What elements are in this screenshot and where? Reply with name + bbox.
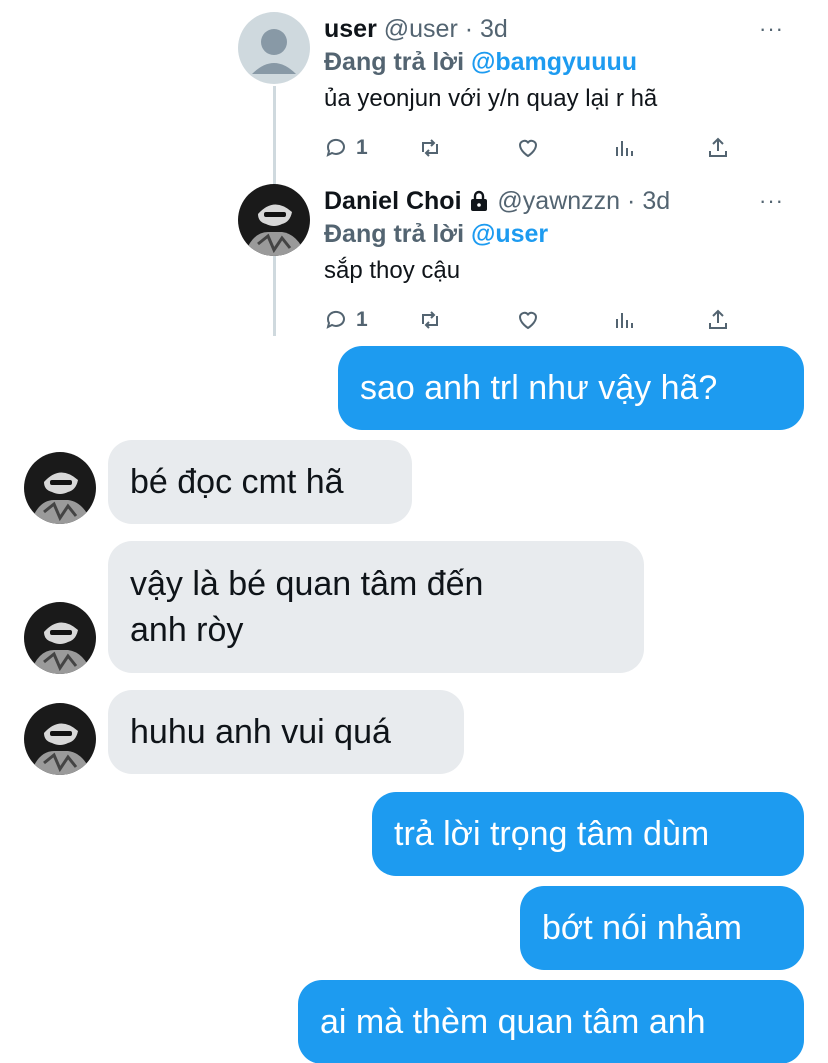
display-name[interactable]: user xyxy=(324,15,377,43)
reply-count: 1 xyxy=(356,308,368,331)
message-text: bớt nói nhảm xyxy=(542,909,742,947)
tweet-1[interactable]: user @user · 3d ··· Đang trả lời @bamgyu… xyxy=(238,12,798,162)
outgoing-message[interactable]: bớt nói nhảm xyxy=(520,886,804,970)
incoming-message[interactable]: huhu anh vui quá xyxy=(108,690,464,774)
replying-to: Đang trả lời @user xyxy=(324,218,798,250)
replying-prefix: Đang trả lời xyxy=(324,48,471,76)
share-icon xyxy=(709,309,727,329)
default-avatar[interactable] xyxy=(238,12,310,84)
tweet-text: ủa yeonjun với y/n quay lại r hã xyxy=(324,85,658,112)
user-handle[interactable]: @user xyxy=(384,15,458,43)
retweet-icon xyxy=(422,139,438,157)
views-chart-icon xyxy=(616,313,633,328)
share-button[interactable] xyxy=(706,134,730,162)
display-name[interactable]: Daniel Choi xyxy=(324,187,462,215)
message-text-line-1: vậy là bé quan tâm đến xyxy=(130,565,484,603)
retweet-icon xyxy=(422,311,438,329)
reply-button[interactable]: 1 xyxy=(324,134,368,162)
mention-link[interactable]: @bamgyuuuu xyxy=(471,48,637,76)
heart-icon xyxy=(518,139,538,158)
reply-count: 1 xyxy=(356,136,368,159)
separator-dot: · xyxy=(627,187,636,215)
reply-button[interactable]: 1 xyxy=(324,306,368,334)
profile-photo xyxy=(24,703,96,775)
separator-dot: · xyxy=(464,15,474,43)
views-chart-icon xyxy=(616,141,633,156)
replying-to: Đang trả lời @bamgyuuuu xyxy=(324,46,798,78)
timestamp[interactable]: 3d xyxy=(642,187,670,215)
message-text: huhu anh vui quá xyxy=(130,713,391,751)
incoming-message[interactable]: bé đọc cmt hã xyxy=(108,440,412,524)
message-text: ai mà thèm quan tâm anh xyxy=(320,1003,706,1041)
mention-link[interactable]: @user xyxy=(471,220,548,248)
heart-icon xyxy=(518,311,538,330)
share-icon xyxy=(709,137,727,157)
like-button[interactable] xyxy=(516,134,540,162)
message-text: bé đọc cmt hã xyxy=(130,463,344,501)
incoming-message[interactable]: vậy là bé quan tâm đến anh ròy xyxy=(108,541,644,673)
profile-photo xyxy=(24,602,96,674)
user-handle[interactable]: @yawnzzn xyxy=(497,187,620,215)
like-button[interactable] xyxy=(516,306,540,334)
more-horizontal-icon[interactable]: ··· xyxy=(759,16,784,42)
reply-icon xyxy=(326,310,345,329)
tweet-text: sắp thoy cậu xyxy=(324,257,461,284)
retweet-button[interactable] xyxy=(418,134,442,162)
more-horizontal-icon[interactable]: ··· xyxy=(759,188,784,214)
views-button[interactable] xyxy=(612,134,636,162)
profile-photo xyxy=(24,452,96,524)
retweet-button[interactable] xyxy=(418,306,442,334)
timestamp[interactable]: 3d xyxy=(480,15,508,43)
reply-icon xyxy=(326,138,345,157)
replying-prefix: Đang trả lời xyxy=(324,220,471,248)
avatar[interactable] xyxy=(24,703,96,775)
message-text: trả lời trọng tâm dùm xyxy=(394,815,710,853)
tweet-2[interactable]: Daniel Choi @yawnzzn · 3d ··· Đang trả l… xyxy=(238,184,798,334)
default-user-icon xyxy=(238,12,310,84)
message-text-line-2: anh ròy xyxy=(130,611,244,649)
tweet-header: Daniel Choi @yawnzzn · 3d xyxy=(324,184,798,218)
avatar[interactable] xyxy=(238,184,310,256)
share-button[interactable] xyxy=(706,306,730,334)
avatar[interactable] xyxy=(24,452,96,524)
outgoing-message[interactable]: trả lời trọng tâm dùm xyxy=(372,792,804,876)
lock-icon xyxy=(471,190,488,211)
tweet-header: user @user · 3d xyxy=(324,12,798,46)
outgoing-message[interactable]: ai mà thèm quan tâm anh xyxy=(298,980,804,1063)
outgoing-message[interactable]: sao anh trl như vậy hã? xyxy=(338,346,804,430)
message-text: sao anh trl như vậy hã? xyxy=(360,369,718,407)
avatar[interactable] xyxy=(24,602,96,674)
tweet-actions: 1 xyxy=(324,306,734,334)
profile-photo xyxy=(238,184,310,256)
tweet-actions: 1 xyxy=(324,134,734,162)
views-button[interactable] xyxy=(612,306,636,334)
